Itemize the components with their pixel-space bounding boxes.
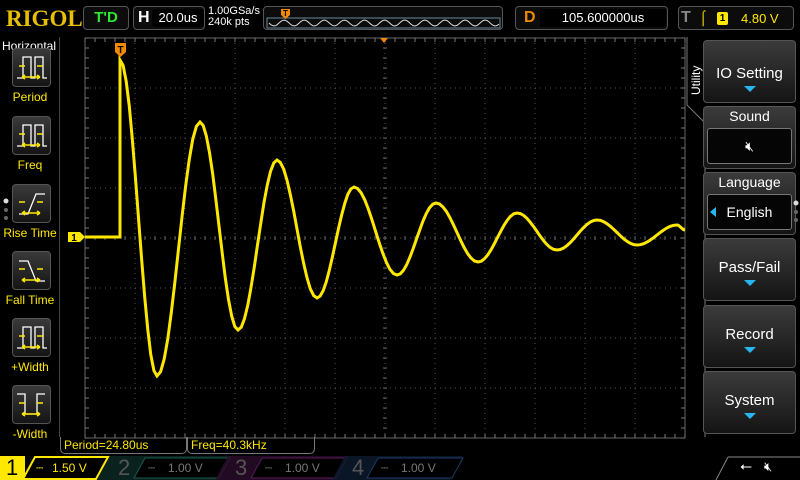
channel-scale: 1.50 V: [52, 461, 87, 475]
pass-fail-label: Pass/Fail: [718, 259, 781, 276]
page-indicator-icon: [792, 200, 800, 229]
record-button[interactable]: Record: [703, 305, 796, 368]
chevron-down-icon: [743, 280, 756, 286]
channel-1-ground-marker: 1: [68, 232, 85, 244]
waveform-display[interactable]: T 1: [0, 0, 800, 480]
sound-label: Sound: [729, 108, 770, 124]
dc-coupling-icon: ⎓: [148, 463, 156, 473]
usb-icon: ⭠: [740, 458, 753, 475]
dc-coupling-icon: ⎓: [265, 463, 273, 473]
channel-scale: 1.00 V: [401, 461, 436, 475]
language-label: Language: [718, 174, 781, 190]
horizontal-position-marker: [380, 38, 388, 43]
chevron-down-icon: [743, 413, 756, 419]
dc-coupling-icon: ⎓: [36, 463, 44, 473]
trigger-marker: T: [115, 43, 126, 57]
chevron-down-icon: [743, 86, 756, 92]
channel-number: 3: [235, 455, 248, 480]
channel-1-button[interactable]: 1 ⎓ 1.50 V: [0, 456, 110, 480]
channel-4-button[interactable]: 4 ⎓ 1.00 V: [346, 456, 461, 480]
freq-measurement: Freq=40.3kHz: [187, 437, 315, 454]
speaker-muted-icon: 🔇︎: [707, 128, 792, 164]
utility-menu: IO Setting Sound 🔇︎ Language English Pass/…: [688, 37, 800, 437]
system-button[interactable]: System: [703, 371, 796, 434]
pass-fail-button[interactable]: Pass/Fail: [703, 238, 796, 301]
speaker-muted-icon: 🔇︎: [764, 459, 773, 474]
system-label: System: [724, 392, 775, 409]
io-setting-label: IO Setting: [716, 65, 783, 82]
channel-scale: 1.00 V: [168, 461, 203, 475]
chevron-down-icon: [743, 347, 756, 353]
channel-bar: 1 ⎓ 1.50 V 2 ⎓ 1.00 V 3 ⎓ 1.00 V 4 ⎓ 1.0…: [0, 456, 800, 480]
sound-button[interactable]: Sound 🔇︎: [703, 106, 796, 169]
language-button[interactable]: Language English: [703, 172, 796, 235]
svg-text:T: T: [117, 45, 123, 56]
channel-number: 2: [118, 455, 131, 480]
chevron-left-icon: [710, 207, 716, 217]
channel-scale: 1.00 V: [285, 461, 320, 475]
language-value: English: [726, 204, 773, 220]
channel-number: 1: [6, 455, 19, 480]
record-label: Record: [725, 326, 774, 343]
channel-3-button[interactable]: 3 ⎓ 1.00 V: [229, 456, 344, 480]
io-setting-button[interactable]: IO Setting: [703, 40, 796, 103]
period-measurement: Period=24.80us: [60, 437, 187, 454]
channel-number: 4: [352, 455, 365, 480]
svg-text:1: 1: [71, 233, 77, 244]
channel-2-button[interactable]: 2 ⎓ 1.00 V: [112, 456, 227, 480]
dc-coupling-icon: ⎓: [381, 463, 389, 473]
